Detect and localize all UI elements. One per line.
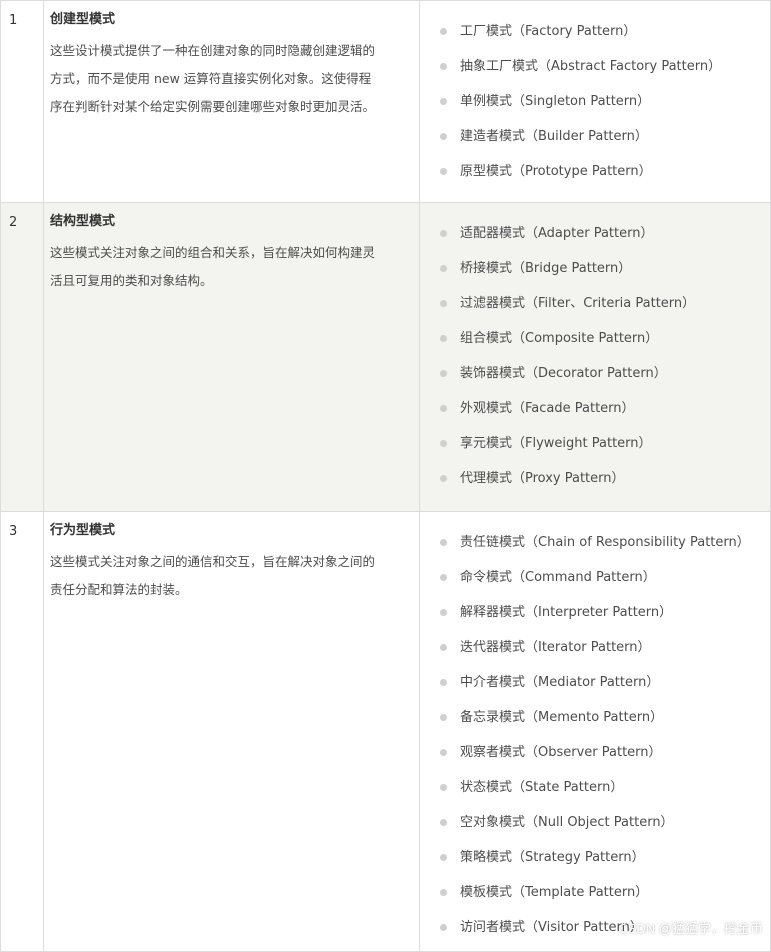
pattern-list: 适配器模式（Adapter Pattern） 桥接模式（Bridge Patte… xyxy=(420,203,770,496)
category-description: 这些模式关注对象之间的组合和关系，旨在解决如何构建灵 活且可复用的类和对象结构。 xyxy=(50,239,413,295)
list-item: 组合模式（Composite Pattern） xyxy=(440,321,770,356)
list-item: 抽象工厂模式（Abstract Factory Pattern） xyxy=(440,49,770,84)
pattern-list-cell: 责任链模式（Chain of Responsibility Pattern） 命… xyxy=(419,511,771,952)
row-number: 2 xyxy=(0,202,44,512)
category-title: 行为型模式 xyxy=(50,523,116,538)
list-item: 外观模式（Facade Pattern） xyxy=(440,391,770,426)
category-title: 创建型模式 xyxy=(50,12,116,27)
design-patterns-table: 1 创建型模式 这些设计模式提供了一种在创建对象的同时隐藏创建逻辑的 方式，而不… xyxy=(0,0,771,952)
category-description: 这些模式关注对象之间的通信和交互，旨在解决对象之间的 责任分配和算法的封装。 xyxy=(50,548,413,604)
list-item: 解释器模式（Interpreter Pattern） xyxy=(440,595,770,630)
list-item: 责任链模式（Chain of Responsibility Pattern） xyxy=(440,525,770,560)
list-item: 观察者模式（Observer Pattern） xyxy=(440,735,770,770)
list-item: 备忘录模式（Memento Pattern） xyxy=(440,700,770,735)
list-item: 工厂模式（Factory Pattern） xyxy=(440,14,770,49)
list-item: 模板模式（Template Pattern） xyxy=(440,875,770,910)
list-item: 适配器模式（Adapter Pattern） xyxy=(440,216,770,251)
list-item: 桥接模式（Bridge Pattern） xyxy=(440,251,770,286)
pattern-list: 工厂模式（Factory Pattern） 抽象工厂模式（Abstract Fa… xyxy=(420,1,770,189)
category-cell: 行为型模式 这些模式关注对象之间的通信和交互，旨在解决对象之间的 责任分配和算法… xyxy=(43,511,420,952)
pattern-list-cell: 工厂模式（Factory Pattern） 抽象工厂模式（Abstract Fa… xyxy=(419,0,771,203)
pattern-list-cell: 适配器模式（Adapter Pattern） 桥接模式（Bridge Patte… xyxy=(419,202,771,512)
list-item: 建造者模式（Builder Pattern） xyxy=(440,119,770,154)
category-cell: 结构型模式 这些模式关注对象之间的组合和关系，旨在解决如何构建灵 活且可复用的类… xyxy=(43,202,420,512)
list-item: 命令模式（Command Pattern） xyxy=(440,560,770,595)
list-item: 策略模式（Strategy Pattern） xyxy=(440,840,770,875)
watermark-text: CSDN @猛猛学，挖金币 xyxy=(618,921,763,936)
list-item: 迭代器模式（Iterator Pattern） xyxy=(440,630,770,665)
list-item: 状态模式（State Pattern） xyxy=(440,770,770,805)
description-line: 责任分配和算法的封装。 xyxy=(50,582,188,597)
list-item: 享元模式（Flyweight Pattern） xyxy=(440,426,770,461)
category-title: 结构型模式 xyxy=(50,214,116,229)
table-row: 2 结构型模式 这些模式关注对象之间的组合和关系，旨在解决如何构建灵 活且可复用… xyxy=(0,202,771,512)
list-item: 代理模式（Proxy Pattern） xyxy=(440,461,770,496)
description-line: 这些模式关注对象之间的通信和交互，旨在解决对象之间的 xyxy=(50,554,376,569)
list-item: 原型模式（Prototype Pattern） xyxy=(440,154,770,189)
list-item: 装饰器模式（Decorator Pattern） xyxy=(440,356,770,391)
row-number: 3 xyxy=(0,511,44,952)
list-item: 单例模式（Singleton Pattern） xyxy=(440,84,770,119)
description-line: 这些设计模式提供了一种在创建对象的同时隐藏创建逻辑的 xyxy=(50,43,376,58)
description-line: 这些模式关注对象之间的组合和关系，旨在解决如何构建灵 xyxy=(50,245,376,260)
pattern-list: 责任链模式（Chain of Responsibility Pattern） 命… xyxy=(420,512,770,945)
row-number: 1 xyxy=(0,0,44,203)
category-cell: 创建型模式 这些设计模式提供了一种在创建对象的同时隐藏创建逻辑的 方式，而不是使… xyxy=(43,0,420,203)
table-row: 3 行为型模式 这些模式关注对象之间的通信和交互，旨在解决对象之间的 责任分配和… xyxy=(0,511,771,952)
description-line: 活且可复用的类和对象结构。 xyxy=(50,273,213,288)
list-item: 空对象模式（Null Object Pattern） xyxy=(440,805,770,840)
list-item: 过滤器模式（Filter、Criteria Pattern） xyxy=(440,286,770,321)
category-description: 这些设计模式提供了一种在创建对象的同时隐藏创建逻辑的 方式，而不是使用 new … xyxy=(50,37,413,121)
table-row: 1 创建型模式 这些设计模式提供了一种在创建对象的同时隐藏创建逻辑的 方式，而不… xyxy=(0,0,771,203)
list-item: 中介者模式（Mediator Pattern） xyxy=(440,665,770,700)
description-line: 方式，而不是使用 new 运算符直接实例化对象。这使得程 xyxy=(50,71,372,86)
description-line: 序在判断针对某个给定实例需要创建哪些对象时更加灵活。 xyxy=(50,99,376,114)
